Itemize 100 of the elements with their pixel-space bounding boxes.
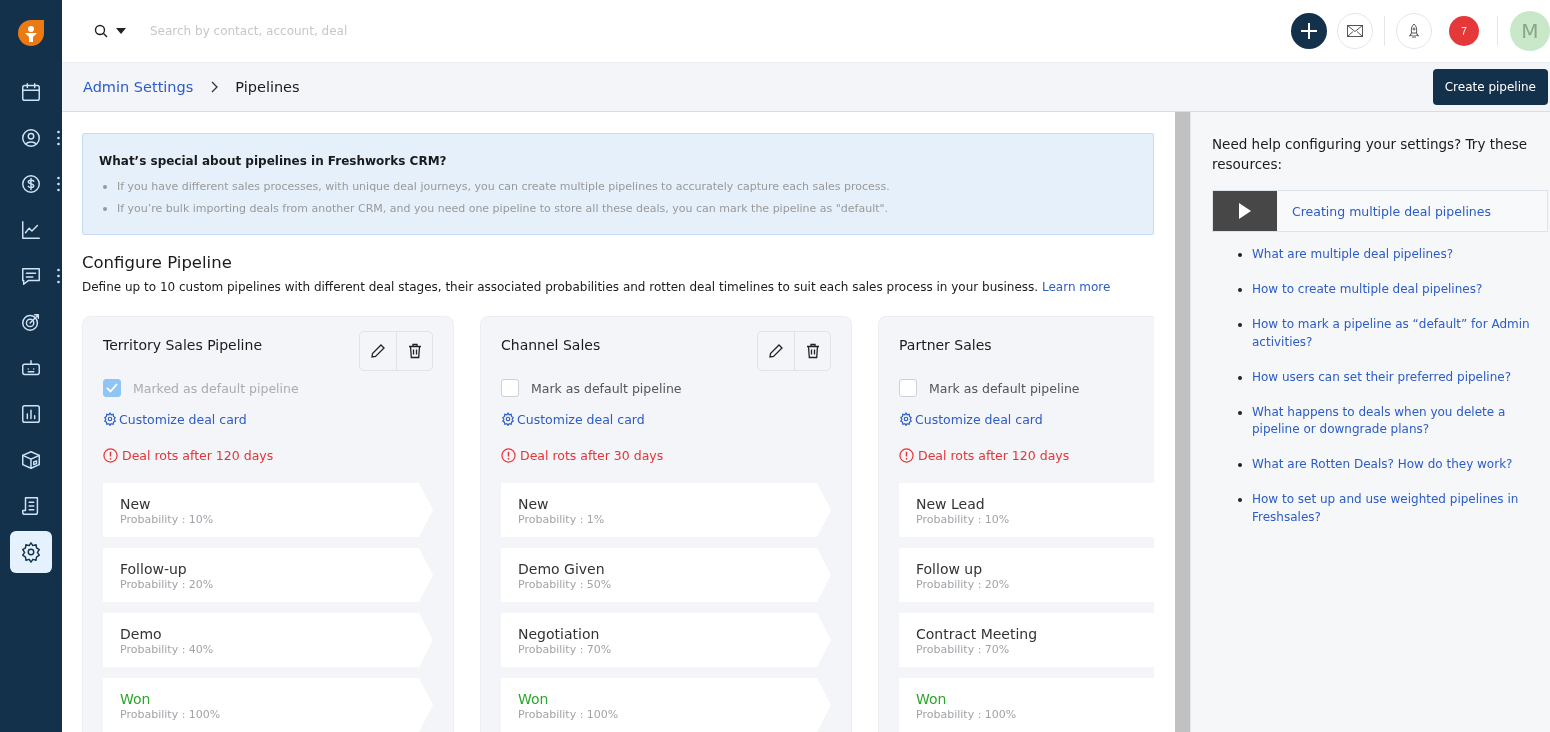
default-checkbox[interactable] (103, 379, 121, 397)
pipeline-name: Channel Sales (501, 337, 601, 353)
stage-name: Follow-up (120, 561, 188, 578)
stage-name: Demo Given (518, 561, 606, 578)
stage-probability: Probability : 70% (518, 643, 613, 656)
trash-icon (805, 343, 820, 359)
video-card[interactable]: Creating multiple deal pipelines (1212, 190, 1548, 232)
search-icon (94, 24, 108, 38)
chevron-right-icon (209, 81, 220, 93)
settings-icon (501, 412, 515, 426)
learn-more-link[interactable]: Learn more (1041, 280, 1111, 294)
bullet-icon (1238, 288, 1242, 292)
notification-badge[interactable]: 7 (1449, 16, 1479, 46)
stage-probability: Probability : 100% (120, 708, 222, 721)
help-title: Need help configuring your settings? Try these resources: (1212, 135, 1529, 174)
stage-probability: Probability : 100% (518, 708, 620, 721)
video-link[interactable]: Creating multiple deal pipelines (1292, 203, 1491, 219)
alert-icon (899, 448, 914, 463)
customize-link[interactable]: Customize deal card (899, 411, 1043, 427)
settings-icon (20, 541, 42, 563)
add-button[interactable] (1291, 13, 1327, 49)
target-icon (20, 311, 42, 333)
checkbox-label: Mark as default pipeline (531, 380, 682, 396)
calendar-icon (20, 81, 42, 103)
default-checkbox[interactable] (899, 379, 917, 397)
report-icon (20, 403, 42, 425)
help-link[interactable]: How to set up and use weighted pipelines in Freshsales? (1252, 491, 1548, 526)
stage-name: New (518, 496, 550, 513)
stage-probability: Probability : 70% (916, 643, 1011, 656)
dollar-icon (20, 173, 42, 195)
bullet-icon (1238, 463, 1242, 467)
rocket-icon (1408, 23, 1420, 39)
stage-probability: Probability : 100% (916, 708, 1018, 721)
help-link[interactable]: How to mark a pipeline as “default” for Admin activities? (1252, 316, 1548, 351)
alert-icon (501, 448, 516, 463)
bullet-icon (1238, 498, 1242, 502)
stage-name: New (120, 496, 152, 513)
stage-name: New Lead (916, 496, 986, 513)
bullet-icon (1238, 375, 1242, 380)
scrollbar[interactable] (1175, 112, 1190, 732)
settings-icon (899, 412, 913, 426)
default-checkbox[interactable] (501, 379, 519, 397)
logo-icon (16, 18, 46, 48)
rot-warning: Deal rots after 30 days (520, 448, 664, 463)
chart-icon (20, 219, 42, 241)
mail-button[interactable] (1337, 13, 1373, 49)
help-link[interactable]: What are multiple deal pipelines? (1252, 246, 1454, 264)
trash-icon (407, 343, 422, 359)
bullet-icon (1238, 410, 1242, 415)
page-title: Pipelines (235, 79, 300, 95)
rot-warning: Deal rots after 120 days (122, 448, 274, 463)
pencil-icon (768, 343, 784, 359)
help-link[interactable]: What are Rotten Deals? How do they work? (1252, 456, 1513, 474)
help-link[interactable]: How users can set their preferred pipeline? (1252, 368, 1511, 386)
stage-probability: Probability : 1% (518, 513, 606, 526)
stage-name: Won (518, 691, 550, 708)
settings-icon (103, 412, 117, 426)
pencil-icon (370, 343, 386, 359)
bullet-icon (103, 207, 107, 211)
stage-probability: Probability : 10% (916, 513, 1011, 526)
stage-name: Demo (120, 626, 163, 643)
contact-icon (20, 127, 42, 149)
box-icon (20, 449, 42, 471)
bullet-icon (1238, 253, 1242, 257)
help-link[interactable]: How to create multiple deal pipelines? (1252, 281, 1483, 299)
stage-probability: Probability : 40% (120, 643, 215, 656)
stage-probability: Probability : 20% (120, 578, 215, 591)
breadcrumb-link[interactable]: Admin Settings (83, 79, 194, 95)
section-description: Define up to 10 custom pipelines with different deal stages, their associated probabilities and rotten deal timelines to suit each sales process in your business. Learn more (82, 280, 1112, 294)
alert-icon (103, 448, 118, 463)
create-pipeline-button[interactable]: Create pipeline (1432, 69, 1548, 105)
stage-probability: Probability : 20% (916, 578, 1011, 591)
caret-icon (116, 28, 126, 34)
checkbox-label: Marked as default pipeline (133, 380, 299, 396)
stage-name: Won (916, 691, 948, 708)
check-icon (106, 383, 118, 393)
rocket-button[interactable] (1396, 13, 1432, 49)
search-scope-button[interactable] (94, 24, 126, 38)
chat-icon (20, 265, 42, 287)
plus-icon (1300, 22, 1318, 40)
checkbox-label: Mark as default pipeline (929, 380, 1080, 396)
bullet-icon (103, 185, 107, 189)
sidebar-item[interactable] (10, 531, 52, 573)
help-link[interactable]: What happens to deals when you delete a pipeline or downgrade plans? (1252, 403, 1548, 439)
info-point: If you’re bulk importing deals from another CRM, and you need one pipeline to store all these deals, you can mark the pipeline as "default". (117, 201, 889, 217)
stage-probability: Probability : 50% (518, 578, 613, 591)
stage-name: Negotiation (518, 626, 601, 643)
play-icon (1239, 203, 1251, 219)
customize-link[interactable]: Customize deal card (103, 411, 247, 427)
bullet-icon (1238, 323, 1242, 327)
stage-name: Follow up (916, 561, 984, 578)
customize-link[interactable]: Customize deal card (501, 411, 645, 427)
stage-name: Contract Meeting (916, 626, 1039, 643)
pipeline-name: Territory Sales Pipeline (103, 337, 262, 353)
section-title: Configure Pipeline (82, 253, 233, 272)
stage-name: Won (120, 691, 152, 708)
mail-icon (1347, 25, 1363, 37)
info-point: If you have different sales processes, with unique deal journeys, you can create multiple pipelines to accurately capture each sales process. (117, 179, 890, 195)
pipeline-name: Partner Sales (899, 337, 992, 353)
video-thumbnail[interactable] (1213, 191, 1277, 231)
